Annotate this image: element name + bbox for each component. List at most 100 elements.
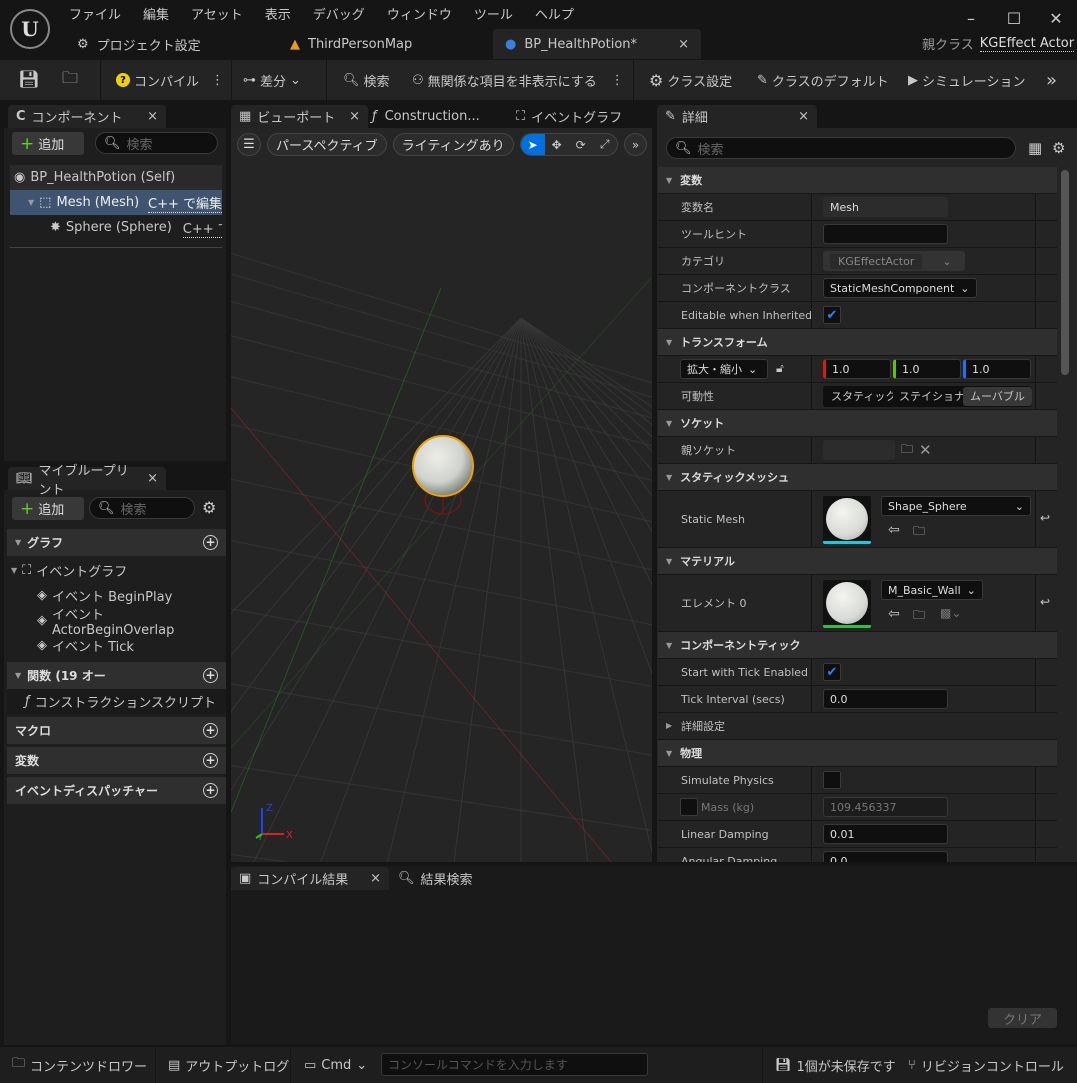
texture-checker-icon[interactable]: ▩⌄	[940, 606, 961, 620]
add-graph-icon[interactable]: +	[203, 535, 218, 550]
browse-folder-icon[interactable]: 🗀	[901, 440, 913, 461]
components-search-input[interactable]: 🔍︎ 検索	[95, 132, 218, 154]
unreal-logo-icon[interactable]: U	[10, 9, 50, 49]
category-variables[interactable]: ▼ 変数	[658, 167, 1057, 194]
simulate-physics-checkbox[interactable]	[823, 771, 841, 789]
tab-event-graph[interactable]: ⛶ イベントグラフ	[516, 105, 622, 128]
menu-view[interactable]: 表示	[265, 4, 291, 23]
scale-tool-icon[interactable]: ⤢	[593, 137, 617, 152]
reset-to-default-icon[interactable]: ↩	[1040, 595, 1050, 609]
sphere-mesh[interactable]	[412, 435, 474, 515]
select-tool-icon[interactable]: ➤	[520, 134, 545, 155]
category-static-mesh[interactable]: ▼ スタティックメッシュ	[658, 464, 1057, 491]
row-advanced[interactable]: ▶ 詳細設定	[658, 713, 1057, 740]
add-macro-icon[interactable]: +	[203, 723, 218, 738]
viewport-menu-button[interactable]: ☰	[237, 133, 261, 156]
material-thumbnail[interactable]	[823, 580, 871, 628]
tab-construction-script[interactable]: ƒ Construction...	[372, 105, 480, 128]
reset-to-default-icon[interactable]: ↩	[1040, 511, 1050, 525]
compile-options-icon[interactable]: ⋮	[211, 73, 224, 88]
mesh-thumbnail[interactable]	[823, 496, 871, 544]
browse-asset-icon[interactable]: 🗀	[913, 522, 925, 543]
mobility-stationary[interactable]: ステイショナリ	[893, 388, 963, 404]
cmd-dropdown[interactable]: ▭ Cmd ⌄	[304, 1047, 367, 1083]
add-variable-icon[interactable]: +	[203, 753, 218, 768]
edit-in-cpp-link[interactable]: C++ で編	[182, 218, 222, 238]
close-tab-icon[interactable]: ×	[678, 37, 689, 52]
category-physics[interactable]: ▼ 物理	[658, 740, 1057, 767]
viewport[interactable]	[231, 128, 652, 862]
find-button[interactable]: 🔍︎ 検索	[343, 60, 390, 100]
scale-z-input[interactable]: 1.0	[963, 359, 1031, 379]
section-graphs[interactable]: ▼ グラフ +	[7, 529, 226, 556]
tab-details[interactable]: ✎ 詳細 ×	[657, 105, 817, 128]
diff-button[interactable]: ⊶ 差分 ⌄	[243, 60, 301, 100]
parent-socket-input[interactable]	[823, 440, 895, 460]
item-construction-script[interactable]: ƒ コンストラクションスクリプト	[7, 689, 226, 714]
clear-icon[interactable]: ✕	[919, 441, 932, 459]
tree-item-sphere[interactable]: ✸ Sphere (Sphere) C++ で編	[10, 215, 222, 240]
close-tab-icon[interactable]: ×	[147, 471, 158, 486]
linear-damping-input[interactable]: 0.01	[823, 824, 948, 844]
unsaved-button[interactable]: 💾︎ 1個が未保存です	[775, 1047, 896, 1083]
details-search-input[interactable]: 🔍︎ 検索	[666, 137, 1016, 159]
close-tab-icon[interactable]: ×	[147, 109, 158, 124]
content-drawer-button[interactable]: 🗀 コンテンツドロワー	[12, 1047, 147, 1083]
clear-button[interactable]: クリア	[988, 1008, 1057, 1028]
minimize-button[interactable]: –	[956, 4, 986, 32]
section-macros[interactable]: マクロ +	[7, 717, 226, 744]
lighting-button[interactable]: ライティングあり	[392, 133, 514, 156]
item-event-graph[interactable]: ▼ ⛶ イベントグラフ	[7, 558, 226, 583]
tick-interval-input[interactable]: 0.0	[823, 689, 948, 709]
rotate-tool-icon[interactable]: ⟳	[569, 138, 593, 152]
category-dropdown[interactable]: KGEffectActor ⌄	[823, 251, 965, 271]
tab-compile-results[interactable]: ▣ コンパイル結果 ×	[231, 867, 389, 890]
move-tool-icon[interactable]: ✥	[545, 138, 569, 152]
compile-button[interactable]: ? コンパイル ⋮	[116, 60, 224, 100]
toolbar-overflow-button[interactable]: »	[1046, 60, 1057, 100]
component-class-dropdown[interactable]: StaticMeshComponent ⌄	[823, 278, 977, 298]
menu-window[interactable]: ウィンドウ	[387, 4, 452, 23]
simulation-button[interactable]: ▶ シミュレーション	[908, 60, 1025, 100]
console-command-input[interactable]: コンソールコマンドを入力します	[381, 1053, 648, 1076]
item-event-actor-begin-overlap[interactable]: ◈ イベント ActorBeginOverlap	[7, 608, 226, 638]
material-dropdown[interactable]: M_Basic_Wall ⌄	[881, 580, 983, 600]
category-component-tick[interactable]: ▼ コンポーネントティック	[658, 632, 1057, 659]
category-transform[interactable]: ▼ トランスフォーム	[658, 329, 1057, 356]
scale-mode-dropdown[interactable]: 拡大・縮小 ⌄	[680, 359, 768, 379]
perspective-button[interactable]: パースペクティブ	[267, 133, 387, 156]
section-functions[interactable]: ▼ 関数 (19 オー +	[7, 662, 226, 689]
use-selected-asset-icon[interactable]: ⇦	[888, 522, 900, 538]
my-blueprint-search-input[interactable]: 🔍︎ 検索	[89, 497, 195, 519]
tab-my-blueprint[interactable]: 📖︎ マイブループリント ×	[8, 464, 166, 498]
variable-name-input[interactable]: Mesh	[823, 197, 948, 217]
menu-help[interactable]: ヘルプ	[535, 4, 574, 23]
property-matrix-icon[interactable]: ▦	[1028, 139, 1042, 157]
tooltip-input[interactable]	[823, 224, 948, 244]
category-materials[interactable]: ▼ マテリアル	[658, 548, 1057, 575]
save-button[interactable]: 💾︎	[18, 60, 40, 100]
start-with-tick-checkbox[interactable]: ✔	[823, 663, 841, 681]
close-tab-icon[interactable]: ×	[798, 109, 809, 124]
close-tab-icon[interactable]: ×	[370, 871, 381, 886]
menu-file[interactable]: ファイル	[69, 4, 121, 23]
menu-edit[interactable]: 編集	[143, 4, 169, 23]
class-defaults-button[interactable]: ✎ クラスのデフォルト	[757, 60, 889, 100]
menu-asset[interactable]: アセット	[191, 4, 243, 23]
tab-components[interactable]: C コンポーネント ×	[8, 105, 166, 128]
add-member-button[interactable]: + 追加	[12, 497, 84, 520]
edit-in-cpp-link[interactable]: C++ で編集	[148, 193, 222, 213]
lock-icon[interactable]: 🔓︎	[776, 361, 784, 376]
use-selected-asset-icon[interactable]: ⇦	[888, 606, 900, 622]
tree-item-self[interactable]: ◉ BP_HealthPotion (Self)	[10, 165, 222, 190]
expand-icon[interactable]: ▼	[28, 198, 34, 207]
tab-third-person-map[interactable]: ▲ ThirdPersonMap	[278, 29, 488, 59]
menu-tools[interactable]: ツール	[474, 4, 513, 23]
tab-bp-health-potion[interactable]: ● BP_HealthPotion* ×	[493, 29, 701, 59]
section-variables[interactable]: 変数 +	[7, 747, 226, 774]
tab-project-settings[interactable]: ⚙ プロジェクト設定	[65, 29, 275, 59]
hide-unrelated-button[interactable]: ⚇ 無関係な項目を非表示にする ⋮	[412, 60, 624, 100]
tree-item-mesh[interactable]: ▼ ⬚ Mesh (Mesh) C++ で編集	[10, 190, 222, 215]
menu-debug[interactable]: デバッグ	[313, 4, 365, 23]
browse-asset-icon[interactable]: 🗀	[913, 606, 925, 627]
